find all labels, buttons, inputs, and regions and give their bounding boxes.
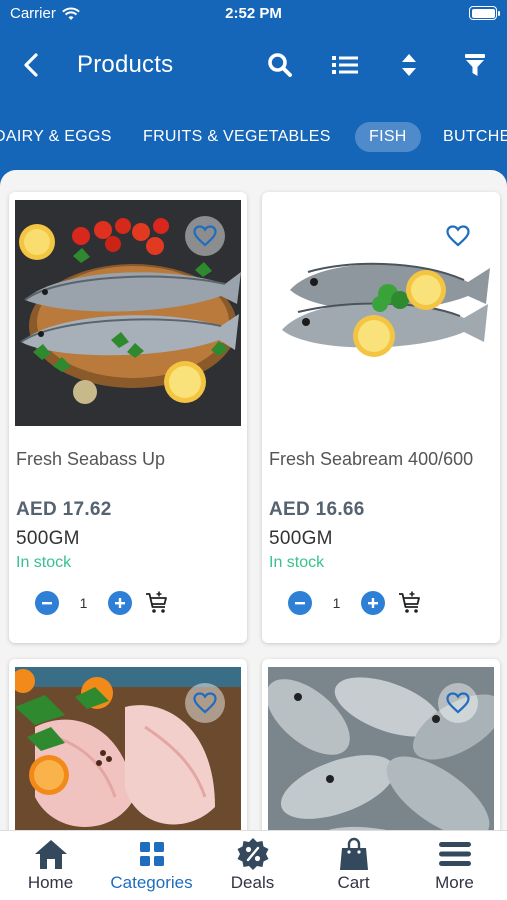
list-view-button[interactable]: [330, 50, 360, 80]
favorite-button[interactable]: [185, 216, 225, 256]
categories-icon: [139, 842, 164, 866]
product-name: Fresh Seabream 400/600: [269, 449, 474, 469]
heart-icon: [193, 225, 217, 247]
product-card[interactable]: [9, 659, 247, 830]
search-button[interactable]: [265, 50, 295, 80]
product-card[interactable]: [262, 659, 500, 830]
nav-more-label: More: [435, 873, 474, 892]
plus-icon: [115, 598, 125, 608]
tab-fruits-vegetables[interactable]: FRUITS & VEGETABLES: [143, 122, 331, 152]
chevron-left-icon: [24, 53, 38, 77]
quantity-stepper: 1: [35, 590, 170, 616]
increment-button[interactable]: [108, 591, 132, 615]
decrement-button[interactable]: [35, 591, 59, 615]
product-price: AED 17.62: [16, 499, 112, 520]
home-icon: [34, 840, 67, 869]
quantity-value: 1: [79, 595, 88, 611]
nav-deals-label: Deals: [230, 873, 275, 892]
app-header: Products: [0, 28, 507, 102]
filter-button[interactable]: [460, 50, 490, 80]
quantity-value: 1: [332, 595, 341, 611]
nav-categories[interactable]: Categories: [101, 837, 202, 897]
nav-categories-label: Categories: [110, 873, 193, 892]
stock-status: In stock: [16, 554, 72, 571]
heart-icon: [446, 692, 470, 714]
add-to-cart-button[interactable]: [397, 590, 423, 616]
product-image-seabream[interactable]: [268, 200, 494, 426]
tab-butchery[interactable]: BUTCHERY: [443, 122, 507, 152]
add-to-cart-icon: [146, 591, 167, 613]
favorite-button[interactable]: [185, 683, 225, 723]
search-icon: [268, 53, 292, 77]
back-button[interactable]: [16, 50, 46, 80]
favorite-button[interactable]: [438, 216, 478, 256]
product-unit: 500GM: [16, 528, 80, 549]
nav-deals[interactable]: Deals: [202, 837, 303, 897]
sort-button[interactable]: [394, 50, 424, 80]
list-icon: [332, 56, 358, 74]
product-image-fish-pile[interactable]: [268, 667, 494, 830]
battery-icon: [469, 6, 500, 20]
product-price: AED 16.66: [269, 499, 365, 520]
nav-home[interactable]: Home: [0, 837, 101, 897]
page-title: Products: [77, 51, 174, 78]
product-name: Fresh Seabass Up: [16, 449, 166, 469]
increment-button[interactable]: [361, 591, 385, 615]
product-image-seabass[interactable]: [15, 200, 241, 426]
product-unit: 500GM: [269, 528, 333, 549]
favorite-button[interactable]: [438, 683, 478, 723]
minus-icon: [295, 602, 305, 605]
plus-icon: [368, 598, 378, 608]
nav-home-label: Home: [27, 873, 74, 892]
stock-status: In stock: [269, 554, 325, 571]
add-to-cart-icon: [399, 591, 420, 613]
minus-icon: [42, 602, 52, 605]
heart-icon: [446, 225, 470, 247]
product-grid: Fresh Seabass Up AED 17.62 500GM In stoc…: [0, 170, 507, 830]
menu-icon: [438, 842, 471, 866]
product-card[interactable]: Fresh Seabass Up AED 17.62 500GM In stoc…: [9, 192, 247, 643]
deals-icon: [237, 838, 268, 870]
category-tabs: DAIRY & EGGS FRUITS & VEGETABLES FISH BU…: [0, 112, 507, 158]
status-bar: Carrier 2:52 PM: [0, 0, 507, 28]
tab-dairy-eggs[interactable]: DAIRY & EGGS: [0, 122, 112, 152]
nav-cart[interactable]: Cart: [303, 837, 404, 897]
decrement-button[interactable]: [288, 591, 312, 615]
clock: 2:52 PM: [225, 5, 282, 22]
products-screen: Carrier 2:52 PM Products DAIRY & EGGS FR…: [0, 0, 507, 900]
nav-cart-label: Cart: [337, 873, 370, 892]
quantity-stepper: 1: [288, 590, 423, 616]
filter-icon: [465, 54, 485, 76]
heart-icon: [193, 692, 217, 714]
nav-more[interactable]: More: [404, 837, 505, 897]
product-image-fillet[interactable]: [15, 667, 241, 830]
sort-icon: [402, 54, 416, 76]
tab-fish[interactable]: FISH: [355, 122, 421, 152]
cart-icon: [339, 837, 368, 870]
add-to-cart-button[interactable]: [144, 590, 170, 616]
product-card[interactable]: Fresh Seabream 400/600 AED 16.66 500GM I…: [262, 192, 500, 643]
bottom-navigation: Home Categories Deals Cart More: [0, 830, 507, 900]
